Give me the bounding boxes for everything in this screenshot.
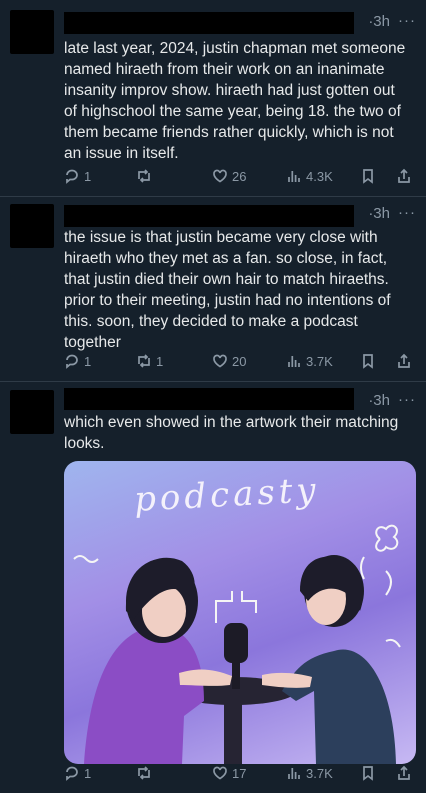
retweet-icon [138,766,150,780]
like-button[interactable]: 26 [212,168,246,184]
bookmark-icon [363,169,373,184]
bookmark-button[interactable] [360,353,376,369]
avatar[interactable] [10,10,54,54]
share-icon [398,765,410,780]
more-options-icon[interactable]: ··· [398,204,416,221]
tweet-1[interactable]: ·3h ··· late last year, 2024, justin cha… [0,0,426,196]
retweet-icon [138,169,150,183]
share-button[interactable] [396,168,412,184]
reply-count: 1 [84,765,92,781]
share-icon [398,168,410,183]
share-icon [398,353,410,368]
like-button[interactable]: 17 [212,765,246,781]
views-count: 3.7K [306,765,333,781]
like-count: 26 [232,168,247,184]
like-count: 20 [232,353,247,369]
action-bar: 1 26 4.3K [64,168,416,190]
reply-icon [66,766,78,781]
views-button[interactable]: 4.3K [286,168,333,184]
retweet-button[interactable] [136,765,156,781]
retweet-icon [138,354,150,368]
action-bar: 1 17 3.7K [64,765,416,787]
like-count: 17 [232,765,247,781]
like-icon [213,169,227,183]
views-icon [288,356,300,367]
author-name-redacted[interactable] [64,205,354,227]
views-icon [288,768,300,779]
tweet-text: late last year, 2024, justin chapman met… [64,40,406,162]
reply-count: 1 [84,353,92,369]
tweet-2[interactable]: ·3h ··· the issue is that justin became … [0,197,426,381]
reply-button[interactable]: 1 [64,765,91,781]
views-count: 4.3K [306,168,333,184]
author-name-redacted[interactable] [64,12,354,34]
reply-icon [66,169,78,184]
share-button[interactable] [396,353,412,369]
avatar[interactable] [10,204,54,248]
action-bar: 1 1 20 3.7K [64,353,416,375]
like-icon [213,766,227,780]
retweet-button[interactable] [136,168,156,184]
timestamp[interactable]: ·3h [368,205,390,222]
timestamp[interactable]: ·3h [368,13,390,30]
like-icon [213,354,227,368]
tweet-3[interactable]: ·3h ··· which even showed in the artwork… [0,382,426,793]
like-button[interactable]: 20 [212,353,246,369]
reply-button[interactable]: 1 [64,168,91,184]
tweet-text: which even showed in the artwork their m… [64,414,399,452]
bookmark-icon [363,354,373,369]
author-name-redacted[interactable] [64,388,354,410]
bookmark-button[interactable] [360,168,376,184]
reply-button[interactable]: 1 [64,353,91,369]
retweet-count: 1 [156,353,164,369]
podcast-artwork-image[interactable]: podcasty [64,461,416,764]
views-count: 3.7K [306,353,333,369]
views-button[interactable]: 3.7K [286,353,333,369]
bookmark-icon [363,766,373,781]
views-icon [288,171,300,182]
more-options-icon[interactable]: ··· [398,12,416,29]
avatar[interactable] [10,390,54,434]
bookmark-button[interactable] [360,765,376,781]
views-button[interactable]: 3.7K [286,765,333,781]
reply-icon [66,354,78,369]
more-options-icon[interactable]: ··· [398,391,416,408]
reply-count: 1 [84,168,92,184]
tweet-text: the issue is that justin became very clo… [64,229,391,351]
share-button[interactable] [396,765,412,781]
timestamp[interactable]: ·3h [368,392,390,409]
retweet-button[interactable]: 1 [136,353,163,369]
